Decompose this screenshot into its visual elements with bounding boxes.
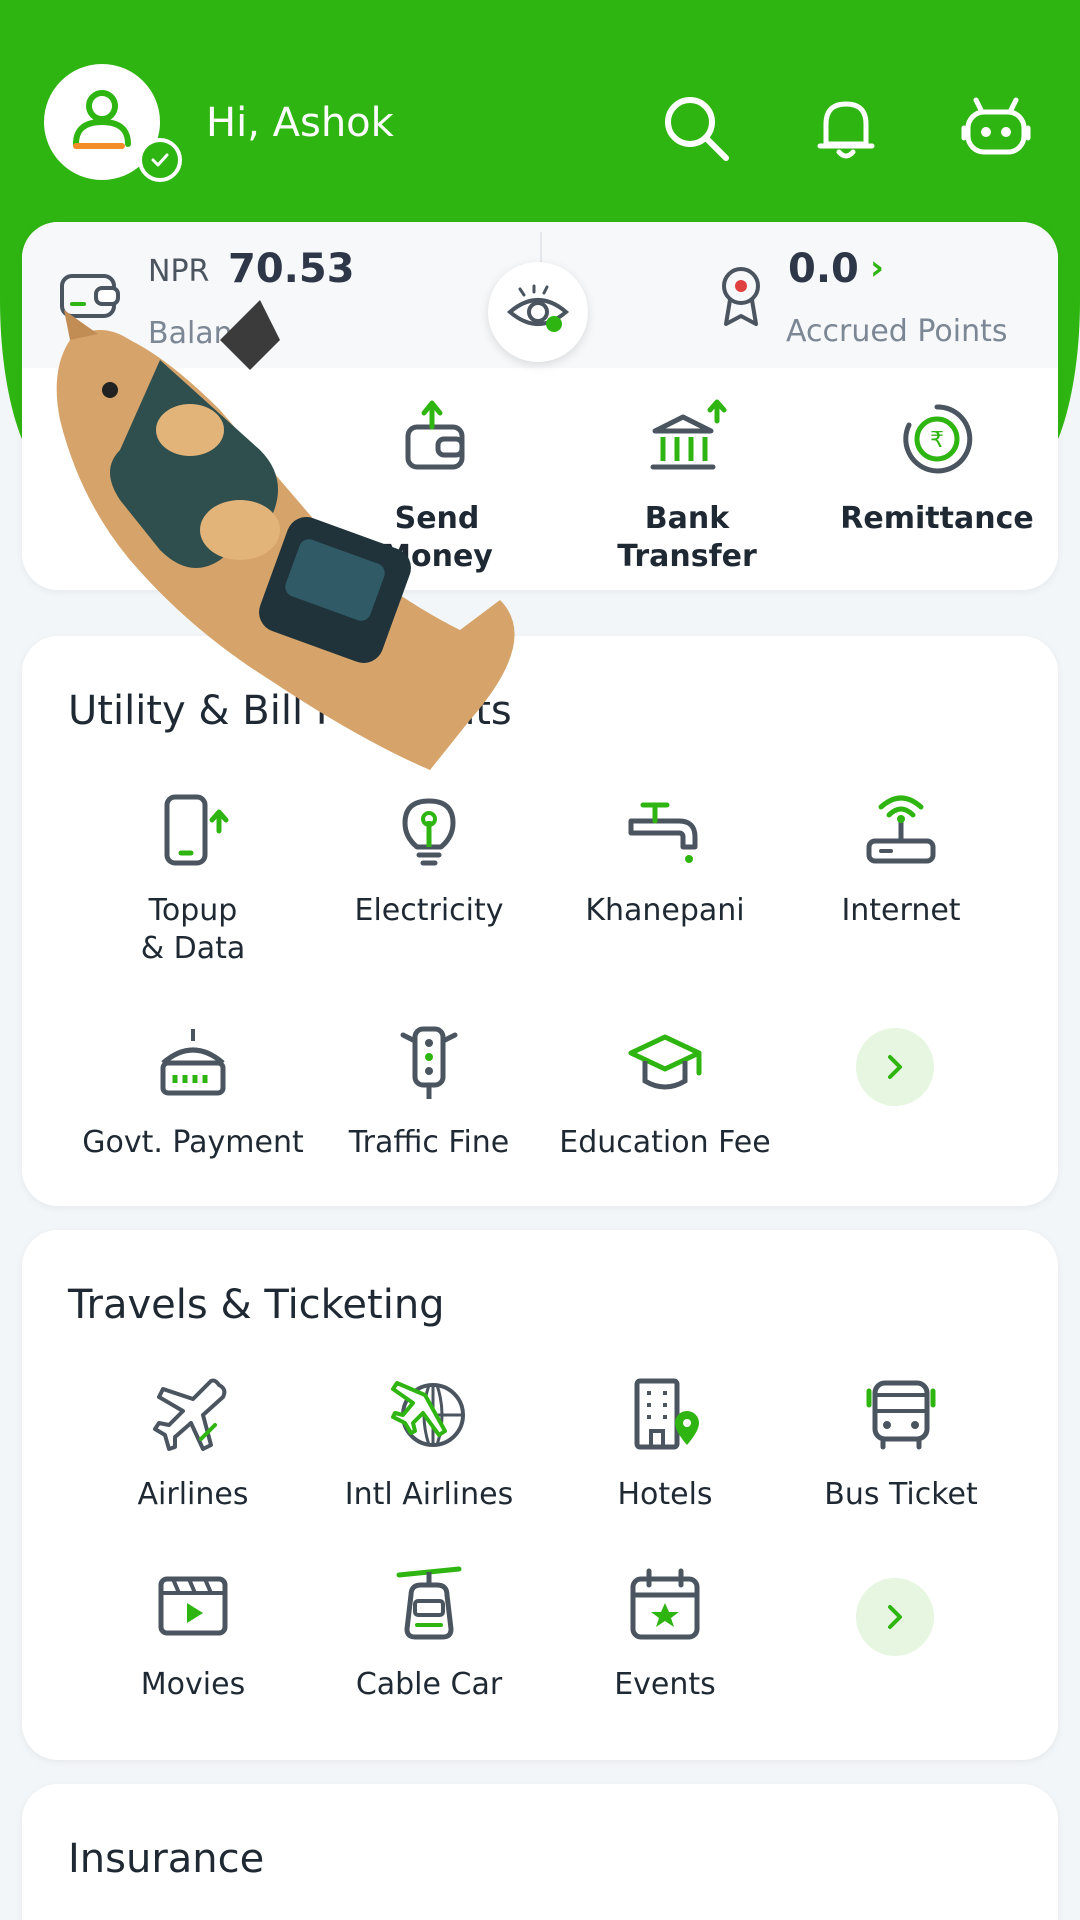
travel-section-title: Travels & Ticketing (68, 1282, 445, 1328)
insurance-card: Insurance (22, 1784, 1058, 1920)
khanepani-button[interactable]: Khanepani (540, 786, 790, 930)
bulb-icon (304, 786, 554, 876)
internet-label: Internet (841, 893, 961, 928)
points-value[interactable]: 0.0 (788, 246, 859, 292)
electricity-label: Electricity (354, 893, 504, 928)
intl-airlines-label: Intl Airlines (344, 1477, 514, 1512)
svg-text:₹: ₹ (930, 428, 944, 453)
khanepani-label: Khanepani (585, 893, 745, 928)
airlines-button[interactable]: Airlines (68, 1370, 318, 1514)
bank-transfer-icon (562, 394, 812, 484)
movies-button[interactable]: Movies (68, 1560, 318, 1704)
electricity-button[interactable]: Electricity (304, 786, 554, 930)
chevron-right-icon (888, 1055, 902, 1079)
chatbot-icon[interactable] (956, 88, 1036, 168)
bell-icon[interactable] (806, 88, 886, 168)
hotel-icon (540, 1370, 790, 1460)
remittance-button[interactable]: ₹ Remittance (812, 394, 1062, 538)
bus-ticket-label: Bus Ticket (824, 1477, 978, 1512)
hotels-label: Hotels (617, 1477, 713, 1512)
search-icon[interactable] (656, 88, 736, 168)
insurance-section-title: Insurance (68, 1836, 265, 1882)
events-button[interactable]: Events (540, 1560, 790, 1704)
remittance-label: Remittance (840, 501, 1034, 536)
bus-icon (776, 1370, 1026, 1460)
events-label: Events (614, 1667, 716, 1702)
movie-icon (68, 1560, 318, 1650)
graduation-cap-icon (540, 1018, 790, 1108)
greeting-text: Hi, Ashok (206, 100, 394, 146)
router-icon (776, 786, 1026, 876)
cat-drill-sticker-image (40, 300, 560, 790)
bank-transfer-button[interactable]: Bank Transfer (562, 394, 812, 576)
internet-button[interactable]: Internet (776, 786, 1026, 930)
remittance-icon: ₹ (812, 394, 1062, 484)
water-tap-icon (540, 786, 790, 876)
verified-badge-icon (138, 138, 182, 182)
reward-badge-icon (716, 264, 766, 332)
chevron-right-icon[interactable]: › (870, 248, 884, 288)
bank-transfer-label: Bank Transfer (617, 501, 757, 574)
topup-data-label: Topup & Data (140, 893, 246, 966)
bus-ticket-button[interactable]: Bus Ticket (776, 1370, 1026, 1514)
traffic-fine-button[interactable]: Traffic Fine (304, 1018, 554, 1162)
intl-airplane-icon (304, 1370, 554, 1460)
traffic-fine-label: Traffic Fine (348, 1125, 510, 1160)
education-fee-button[interactable]: Education Fee (540, 1018, 790, 1162)
intl-airlines-button[interactable]: Intl Airlines (304, 1370, 554, 1514)
traffic-light-icon (304, 1018, 554, 1108)
cable-car-button[interactable]: Cable Car (304, 1560, 554, 1704)
travel-more-button[interactable] (856, 1578, 934, 1656)
mobile-topup-icon (68, 786, 318, 876)
government-icon (68, 1018, 318, 1108)
govt-payment-label: Govt. Payment (82, 1125, 304, 1160)
calendar-event-icon (540, 1560, 790, 1650)
utility-more-button[interactable] (856, 1028, 934, 1106)
hotels-button[interactable]: Hotels (540, 1370, 790, 1514)
movies-label: Movies (140, 1667, 246, 1702)
user-icon (73, 90, 131, 149)
topup-data-button[interactable]: Topup & Data (68, 786, 318, 968)
airlines-label: Airlines (137, 1477, 249, 1512)
balance-currency: NPR (148, 254, 210, 289)
airplane-icon (68, 1370, 318, 1460)
chevron-right-icon (888, 1605, 902, 1629)
travel-card: Travels & Ticketing Airlines Intl Airlin… (22, 1230, 1058, 1760)
balance-amount: 70.53 (228, 246, 355, 292)
points-label: Accrued Points (786, 314, 1008, 349)
education-fee-label: Education Fee (559, 1125, 771, 1160)
cable-car-icon (304, 1560, 554, 1650)
govt-payment-button[interactable]: Govt. Payment (68, 1018, 318, 1162)
cable-car-label: Cable Car (355, 1667, 503, 1702)
